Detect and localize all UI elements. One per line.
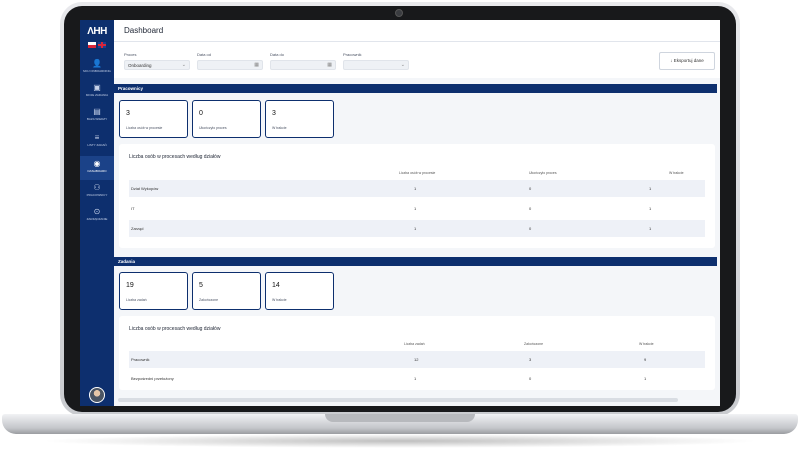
- column-header: W trakcie: [639, 342, 654, 346]
- export-button[interactable]: ↓ Eksportuj dane: [659, 52, 715, 70]
- date-to-field[interactable]: ▦: [270, 60, 336, 70]
- calendar-icon: ▦: [327, 62, 332, 68]
- laptop-mockup: ΛΗΗ 👤 MOJ ONBOARDING ▣ MOJE ZADANIA ▤ BA…: [0, 0, 800, 461]
- date-from-label: Data od: [197, 52, 212, 57]
- stat-card: 5 Zakończone: [192, 272, 261, 310]
- sidebar-item-knowledge-base[interactable]: ▤ BAZA WIEDZY: [80, 104, 114, 128]
- calendar-icon: ▦: [254, 62, 259, 68]
- column-header: Zakończone: [524, 342, 544, 346]
- horizontal-scrollbar[interactable]: [118, 398, 678, 402]
- avatar[interactable]: [89, 387, 105, 403]
- polish-flag-icon[interactable]: [88, 42, 96, 48]
- stat-card: 3 Liczba osób w procesie: [119, 100, 188, 138]
- book-icon: ▤: [93, 107, 101, 116]
- employees-icon: ⚇: [93, 183, 101, 192]
- table-row: Dział Wykopów 1 0 1: [129, 180, 705, 197]
- settings-icon: ⊙: [93, 207, 101, 216]
- top-bar: Dashboard: [114, 20, 720, 42]
- stat-card: 14 W trakcie: [265, 272, 334, 310]
- app-logo: ΛΗΗ: [87, 26, 107, 37]
- chevron-down-icon: ⌄: [181, 62, 186, 68]
- table-row: Zarząd 1 0 1: [129, 220, 705, 237]
- sidebar-item-employees[interactable]: ⚇ PRACOWNICY: [80, 180, 114, 204]
- stat-card: 0 Ukończyło proces: [192, 100, 261, 138]
- user-icon: 👤: [92, 59, 102, 68]
- column-header: Liczba zadań: [404, 342, 425, 346]
- laptop-shadow: [40, 434, 760, 448]
- page-title: Dashboard: [124, 26, 164, 35]
- sidebar-item-my-onboarding[interactable]: 👤 MOJ ONBOARDING: [80, 56, 114, 80]
- sidebar-item-my-tasks[interactable]: ▣ MOJE ZADANIA: [80, 80, 114, 104]
- laptop-notch: [325, 414, 475, 422]
- column-header: Ukończyło proces: [529, 171, 557, 175]
- table-row: Pracownik 12 3 9: [129, 351, 705, 368]
- employee-select[interactable]: ⌄: [343, 60, 409, 70]
- table-title: Liczba osób w procesach według działów: [129, 326, 221, 332]
- dashboard-icon: ◉: [93, 159, 101, 168]
- filters-bar: Proces Onboarding ⌄ Data od ▦ Data do ▦ …: [114, 42, 720, 78]
- tasks-section-header: Zadania: [114, 257, 717, 266]
- main-content: Dashboard Proces Onboarding ⌄ Data od ▦ …: [114, 20, 720, 406]
- box-icon: ▣: [93, 83, 101, 92]
- tasks-table-panel: Liczba osób w procesach według działów L…: [119, 316, 715, 390]
- employee-label: Pracownik: [343, 52, 362, 57]
- camera-icon: [395, 9, 403, 17]
- proces-select[interactable]: Onboarding ⌄: [124, 60, 190, 70]
- table-row: IT 1 0 1: [131, 206, 652, 211]
- app-screen: ΛΗΗ 👤 MOJ ONBOARDING ▣ MOJE ZADANIA ▤ BA…: [80, 20, 720, 406]
- list-icon: ≡: [94, 133, 100, 142]
- stat-card: 3 W trakcie: [265, 100, 334, 138]
- sidebar: ΛΗΗ 👤 MOJ ONBOARDING ▣ MOJE ZADANIA ▤ BA…: [80, 20, 114, 406]
- sidebar-item-dashboard[interactable]: ◉ DASHBOARD: [80, 156, 114, 180]
- table-row: Bezpośredni przełożony 1 0 1: [131, 376, 647, 381]
- sidebar-item-management[interactable]: ⊙ ZARZĄDZANIE: [80, 204, 114, 228]
- sidebar-item-task-lists[interactable]: ≡ LISTY ZADAŃ: [80, 130, 114, 154]
- language-switcher: [88, 42, 108, 48]
- proces-label: Proces: [124, 52, 137, 57]
- column-header: W trakcie: [669, 171, 684, 175]
- column-header: Liczba osób w procesie: [399, 171, 436, 175]
- employees-section-header: Pracownicy: [114, 84, 717, 93]
- employees-table-panel: Liczba osób w procesach według działów L…: [119, 144, 715, 248]
- chevron-down-icon: ⌄: [400, 62, 405, 68]
- english-flag-icon[interactable]: [98, 42, 106, 48]
- date-from-field[interactable]: ▦: [197, 60, 263, 70]
- date-to-label: Data do: [270, 52, 285, 57]
- table-title: Liczba osób w procesach według działów: [129, 154, 221, 160]
- stat-card: 19 Liczba zadań: [119, 272, 188, 310]
